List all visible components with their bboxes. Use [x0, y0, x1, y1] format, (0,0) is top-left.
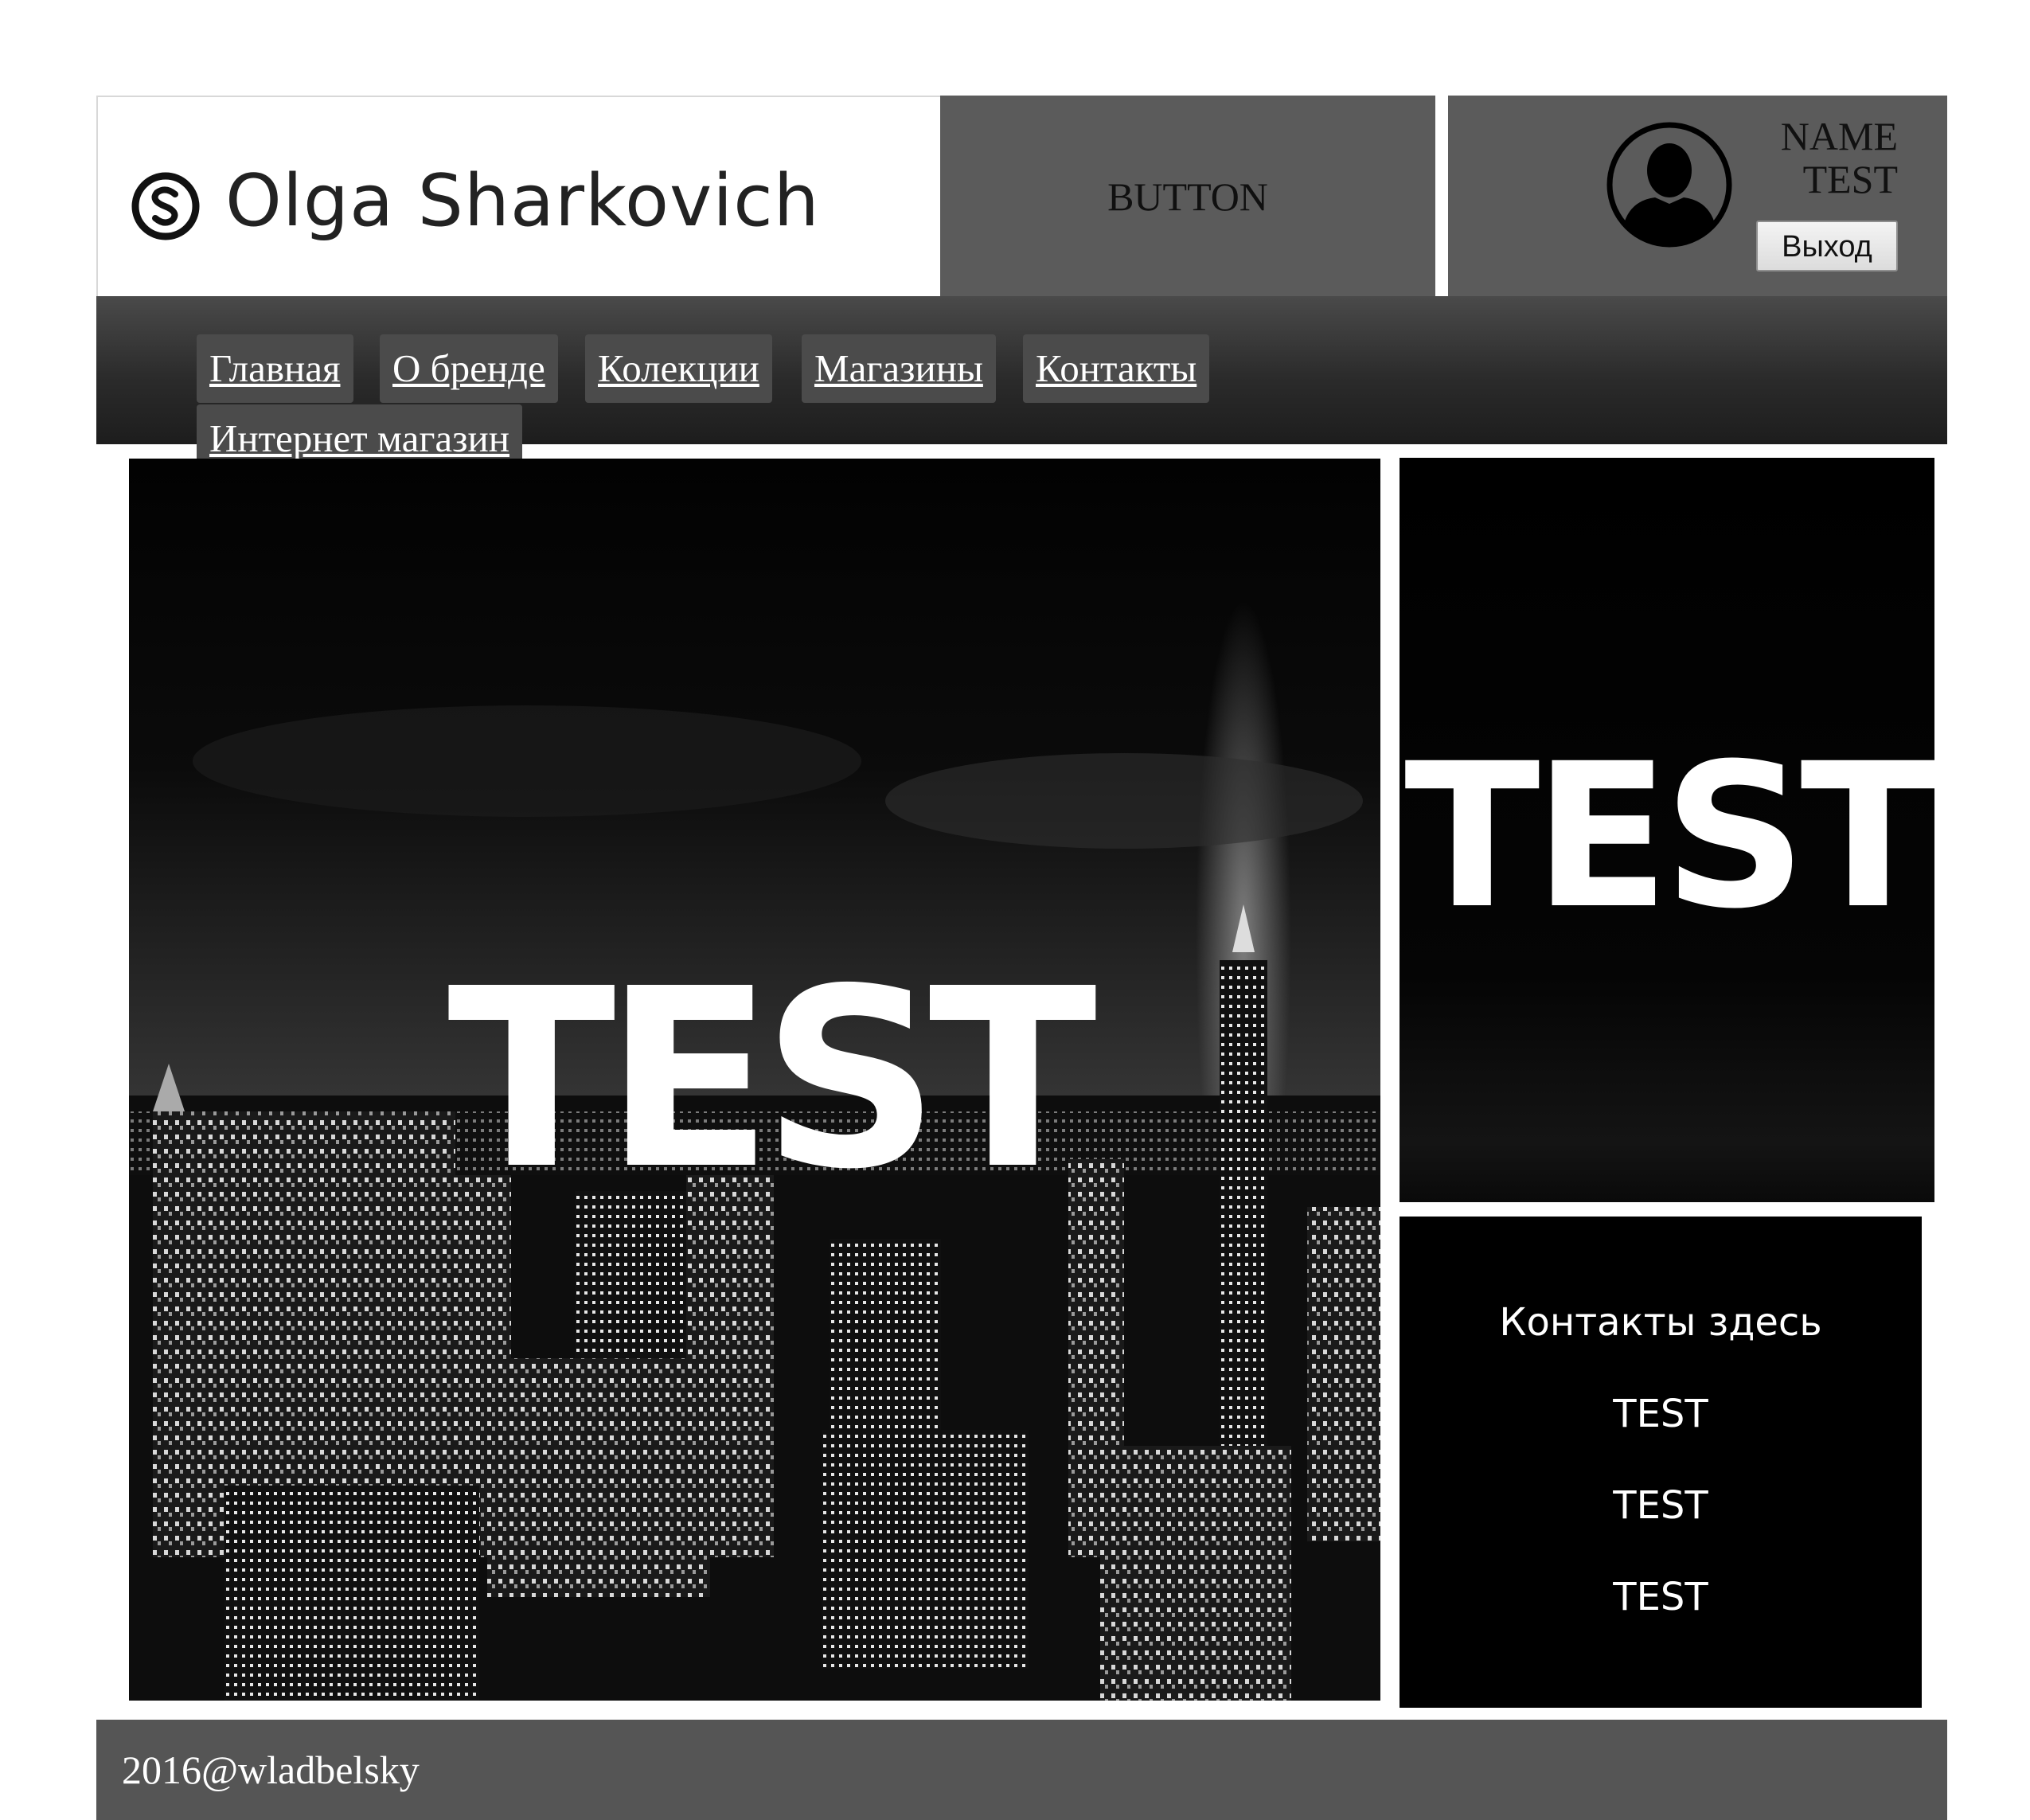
logo-area[interactable]: Olga Sharkovich [96, 96, 940, 296]
header-divider [1435, 96, 1448, 296]
contacts-panel: Контакты здесь TEST TEST TEST [1400, 1217, 1922, 1708]
nav-item-contacts[interactable]: Контакты [1023, 334, 1210, 403]
contact-item[interactable]: TEST [1400, 1483, 1922, 1528]
footer-copyright: 2016@wladbelsky [122, 1748, 420, 1792]
nav-item-stores[interactable]: Магазины [802, 334, 996, 403]
header-button[interactable]: BUTTON [940, 96, 1435, 296]
side-title: TEST [1404, 721, 1936, 952]
logout-button[interactable]: Выход [1756, 221, 1898, 271]
nav-item-collections[interactable]: Колекции [585, 334, 772, 403]
user-name: NAME TEST [1781, 115, 1898, 201]
user-avatar-icon[interactable] [1606, 121, 1733, 248]
logo-s-icon [131, 172, 200, 240]
nav-item-about[interactable]: О бренде [380, 334, 558, 403]
side-banner[interactable]: TEST [1400, 458, 1936, 1202]
header: Olga Sharkovich BUTTON NAME TEST Выход [96, 96, 1947, 296]
nav-item-home[interactable]: Главная [197, 334, 353, 403]
user-panel: NAME TEST Выход [1448, 96, 1947, 296]
hero-banner[interactable]: TEST [129, 459, 1380, 1701]
contact-item[interactable]: TEST [1400, 1392, 1922, 1436]
logo-text: Olga Sharkovich [225, 159, 820, 243]
header-button-label: BUTTON [1107, 174, 1268, 219]
user-name-line2: TEST [1802, 157, 1898, 201]
main-nav: Главная О бренде Колекции Магазины Конта… [96, 296, 1947, 473]
contacts-heading: Контакты здесь [1499, 1300, 1822, 1345]
hero-title: TEST [447, 936, 1097, 1224]
contact-item[interactable]: TEST [1400, 1575, 1922, 1619]
user-name-line1: NAME [1780, 114, 1898, 158]
footer: 2016@wladbelsky [96, 1720, 1947, 1820]
